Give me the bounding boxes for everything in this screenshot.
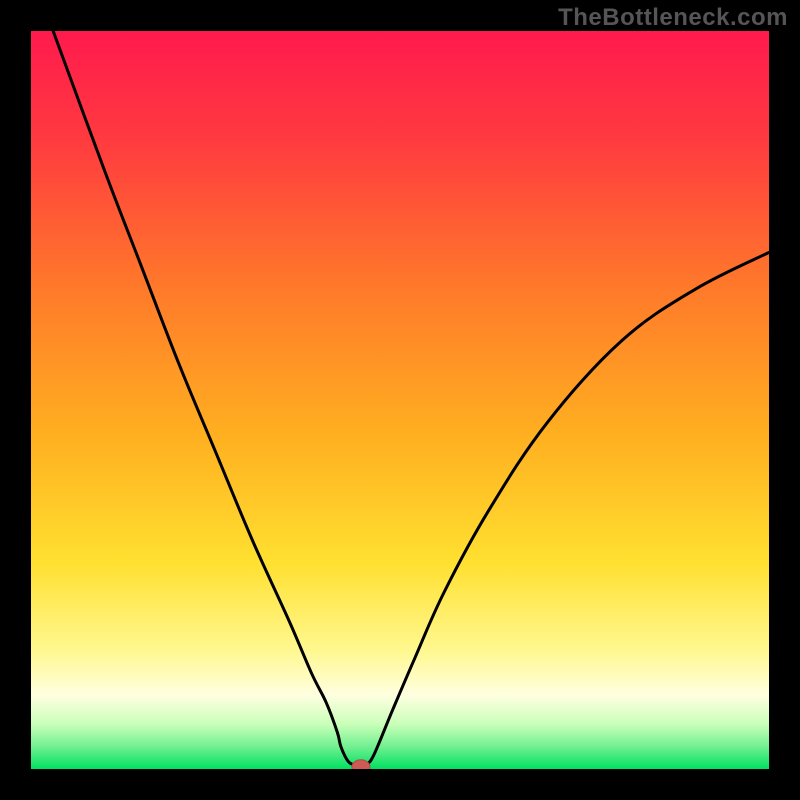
gradient-background bbox=[31, 31, 769, 769]
bottleneck-chart bbox=[31, 31, 769, 769]
optimal-point-marker bbox=[352, 760, 370, 769]
plot-area bbox=[31, 31, 769, 769]
watermark-text: TheBottleneck.com bbox=[558, 4, 788, 32]
chart-frame: TheBottleneck.com bbox=[0, 0, 800, 800]
